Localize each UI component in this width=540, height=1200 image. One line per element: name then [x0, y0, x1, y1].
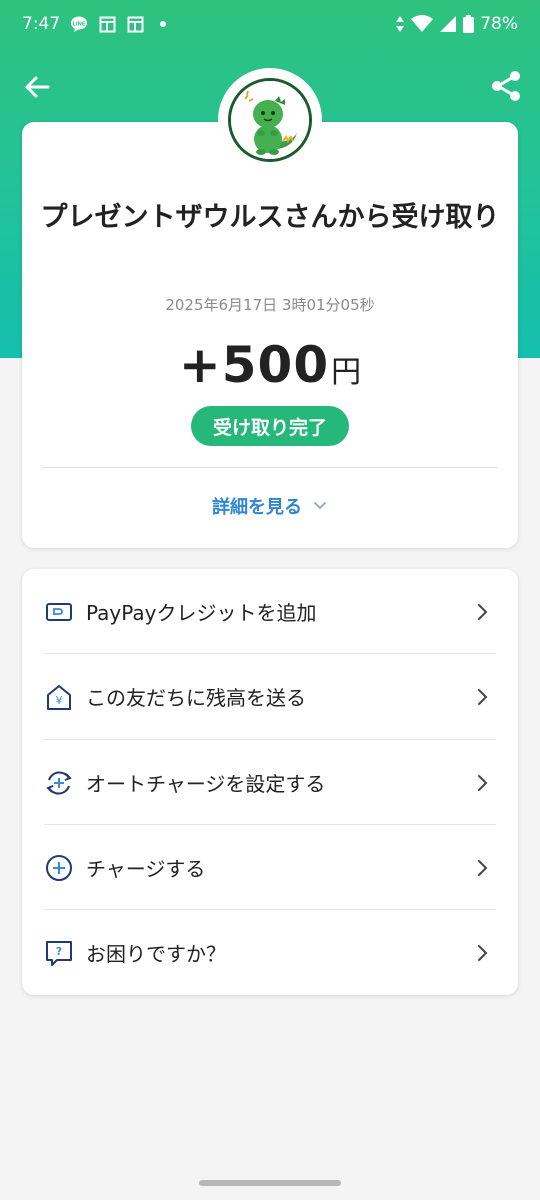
menu-item-auto-charge[interactable]: オートチャージを設定する: [44, 740, 496, 825]
svg-text:¥: ¥: [56, 694, 63, 707]
menu-item-label: PayPayクレジットを追加: [86, 601, 317, 625]
credit-card-icon: [44, 597, 74, 627]
chevron-right-icon: [478, 944, 488, 961]
amount-currency: 円: [331, 355, 362, 390]
battery-icon: [463, 15, 475, 33]
status-bar: 7:47 LINE 78%: [0, 0, 540, 48]
avatar: [228, 78, 312, 162]
chevron-right-icon: [478, 774, 488, 791]
menu-item-send-balance[interactable]: ¥ この友だちに残高を送る: [44, 654, 496, 739]
back-button[interactable]: [20, 70, 54, 104]
transaction-title: プレゼントザウルスさんから受け取り: [40, 202, 500, 233]
share-icon: [492, 71, 520, 101]
dinosaur-avatar-icon: [231, 81, 309, 159]
menu-item-label: チャージする: [86, 857, 206, 881]
news-icon: [98, 15, 116, 33]
menu-item-label: お困りですか？: [86, 942, 226, 966]
chevron-right-icon: [478, 688, 488, 705]
transaction-amount: +500円: [22, 336, 518, 394]
auto-charge-icon: [44, 768, 74, 798]
svg-text:?: ?: [56, 945, 62, 958]
details-toggle[interactable]: 詳細を見る: [22, 490, 518, 522]
share-button[interactable]: [488, 68, 524, 104]
chevron-down-icon: [314, 502, 326, 510]
home-indicator[interactable]: [199, 1180, 341, 1186]
dot-icon: [154, 15, 172, 33]
yen-house-icon: ¥: [44, 682, 74, 712]
details-label: 詳細を見る: [212, 497, 302, 518]
menu-item-label: この友だちに残高を送る: [86, 686, 306, 710]
help-chat-icon: ?: [44, 938, 74, 968]
amount-value: +500: [178, 336, 330, 394]
status-badge: 受け取り完了: [191, 406, 349, 446]
chevron-right-icon: [478, 859, 488, 876]
plus-circle-icon: [44, 853, 74, 883]
arrow-left-icon: [25, 76, 50, 98]
signal-icon: [439, 15, 457, 33]
avatar-ring: [218, 68, 322, 172]
actions-menu: PayPayクレジットを追加 ¥ この友だちに残高を送る オートチャージを設定す…: [22, 569, 518, 995]
svg-text:LINE: LINE: [73, 22, 86, 28]
status-time: 7:47: [22, 14, 61, 34]
news-icon: [126, 15, 144, 33]
menu-item-label: オートチャージを設定する: [86, 772, 326, 796]
menu-item-help[interactable]: ? お困りですか？: [44, 910, 496, 995]
card-divider: [42, 467, 498, 468]
battery-percent: 78%: [480, 14, 518, 34]
chevron-right-icon: [478, 603, 488, 620]
menu-item-charge[interactable]: チャージする: [44, 825, 496, 910]
menu-item-add-credit[interactable]: PayPayクレジットを追加: [44, 569, 496, 654]
transaction-timestamp: 2025年6月17日 3時01分05秒: [165, 296, 375, 314]
data-arrows-icon: [395, 15, 405, 33]
transaction-card: [22, 122, 518, 548]
wifi-icon: [411, 15, 434, 33]
line-icon: LINE: [70, 15, 88, 33]
